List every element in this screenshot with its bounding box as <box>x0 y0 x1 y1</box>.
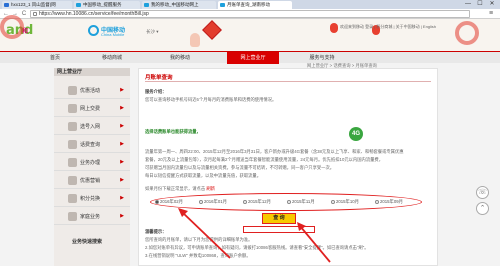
annotation-arrows <box>178 208 331 263</box>
customer-service-icon[interactable]: ☏ <box>476 186 489 199</box>
arrow-to-query-button <box>297 222 331 263</box>
arrow-to-months <box>178 208 231 259</box>
back-to-top-icon[interactable]: ⌃ <box>476 202 489 215</box>
